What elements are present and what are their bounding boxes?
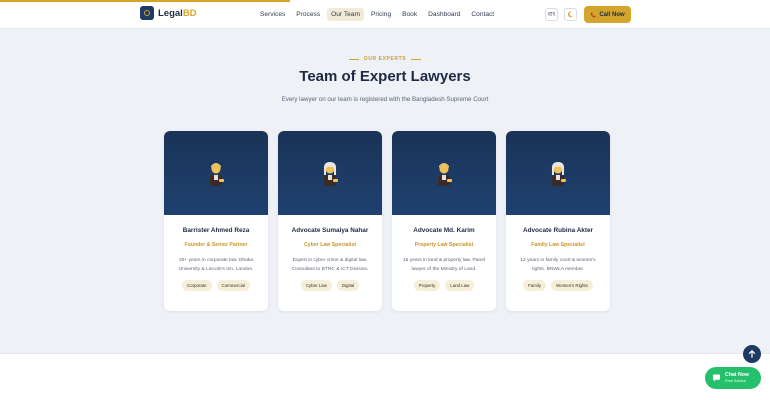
lawyer-description: 15 years in land & property law. Panel l… — [402, 258, 486, 272]
lawyer-description: 12 years in family court & women's right… — [520, 258, 596, 272]
nav-contact[interactable]: Contact — [467, 8, 498, 21]
lawyer-role: Property Law Specialist — [414, 242, 474, 248]
main-nav: Services Process Our Team Pricing Book D… — [256, 8, 498, 21]
chat-now-button[interactable]: Chat Now Free Advice — [705, 367, 761, 389]
arrow-up-icon — [748, 350, 756, 358]
team-card: Advocate Sumaiya Nahar Cyber Law Special… — [278, 131, 382, 311]
theme-toggle-button[interactable] — [564, 8, 577, 21]
specialty-tag: Commercial — [216, 280, 250, 292]
card-avatar-area — [506, 131, 610, 215]
card-avatar-area — [392, 131, 496, 215]
chat-bubble-icon — [712, 374, 721, 382]
team-grid: Barrister Ahmed Reza Founder & Senior Pa… — [164, 131, 610, 311]
scroll-progress-bar — [0, 0, 290, 2]
tag-list: Cyber Law Digital — [282, 280, 378, 292]
specialty-tag: Corporate — [182, 280, 212, 292]
specialty-tag: Digital — [336, 280, 360, 292]
specialty-tag: Cyber Law — [300, 280, 332, 292]
lawyer-name: Barrister Ahmed Reza — [182, 227, 250, 234]
lawyer-name: Advocate Rubina Akter — [522, 227, 594, 234]
eyebrow-line-right — [411, 58, 422, 60]
lawyer-name: Advocate Sumaiya Nahar — [291, 227, 369, 234]
lawyer-description: Expert in cyber crime & digital law. Con… — [291, 258, 369, 272]
nav-services[interactable]: Services — [256, 8, 289, 21]
lawyer-name: Advocate Md. Karim — [413, 227, 475, 234]
section-subtitle: Every lawyer on our team is registered w… — [281, 96, 489, 103]
tag-list: Family Women's Rights — [510, 280, 606, 292]
judge-man-icon — [438, 163, 452, 186]
chat-subtitle: Free Advice — [725, 378, 747, 383]
team-card: Advocate Md. Karim Property Law Speciali… — [392, 131, 496, 311]
call-now-label: Call Now — [599, 11, 625, 18]
moon-icon — [567, 11, 574, 18]
team-card: Advocate Rubina Akter Family Law Special… — [506, 131, 610, 311]
judge-man-icon — [210, 163, 224, 186]
specialty-tag: Property — [413, 280, 441, 292]
site-header: LegalBD Services Process Our Team Pricin… — [0, 0, 770, 29]
nav-process[interactable]: Process — [292, 8, 324, 21]
scales-icon — [140, 6, 154, 20]
judge-woman-icon — [323, 162, 338, 186]
nav-our-team[interactable]: Our Team — [327, 8, 364, 21]
section-eyebrow: OUR EXPERTS — [0, 56, 770, 62]
nav-book[interactable]: Book — [398, 8, 421, 21]
card-avatar-area — [278, 131, 382, 215]
eyebrow-line-left — [348, 58, 359, 60]
logo[interactable]: LegalBD — [140, 6, 197, 20]
lawyer-role: Family Law Specialist — [531, 242, 585, 248]
phone-icon — [590, 12, 596, 17]
judge-woman-icon — [551, 162, 566, 186]
card-avatar-area — [164, 131, 268, 215]
scroll-to-top-button[interactable] — [743, 345, 761, 363]
eyebrow-text: OUR EXPERTS — [363, 56, 407, 62]
lawyer-role: Cyber Law Specialist — [304, 242, 356, 248]
nav-dashboard[interactable]: Dashboard — [424, 8, 464, 21]
next-section — [0, 353, 770, 400]
logo-text: LegalBD — [158, 7, 197, 19]
lawyer-description: 20+ years in corporate law. Dhaka Univer… — [178, 258, 254, 272]
specialty-tag: Family — [523, 280, 547, 292]
tag-list: Property Land Law — [396, 280, 492, 292]
team-card: Barrister Ahmed Reza Founder & Senior Pa… — [164, 131, 268, 311]
specialty-tag: Women's Rights — [551, 280, 593, 292]
call-now-button[interactable]: Call Now — [584, 6, 631, 23]
language-toggle-button[interactable]: বাং — [545, 8, 558, 21]
specialty-tag: Land Law — [445, 280, 475, 292]
section-title: Team of Expert Lawyers — [299, 68, 471, 85]
tag-list: Corporate Commercial — [168, 280, 264, 292]
lawyer-role: Founder & Senior Partner — [184, 242, 248, 248]
nav-pricing[interactable]: Pricing — [367, 8, 395, 21]
